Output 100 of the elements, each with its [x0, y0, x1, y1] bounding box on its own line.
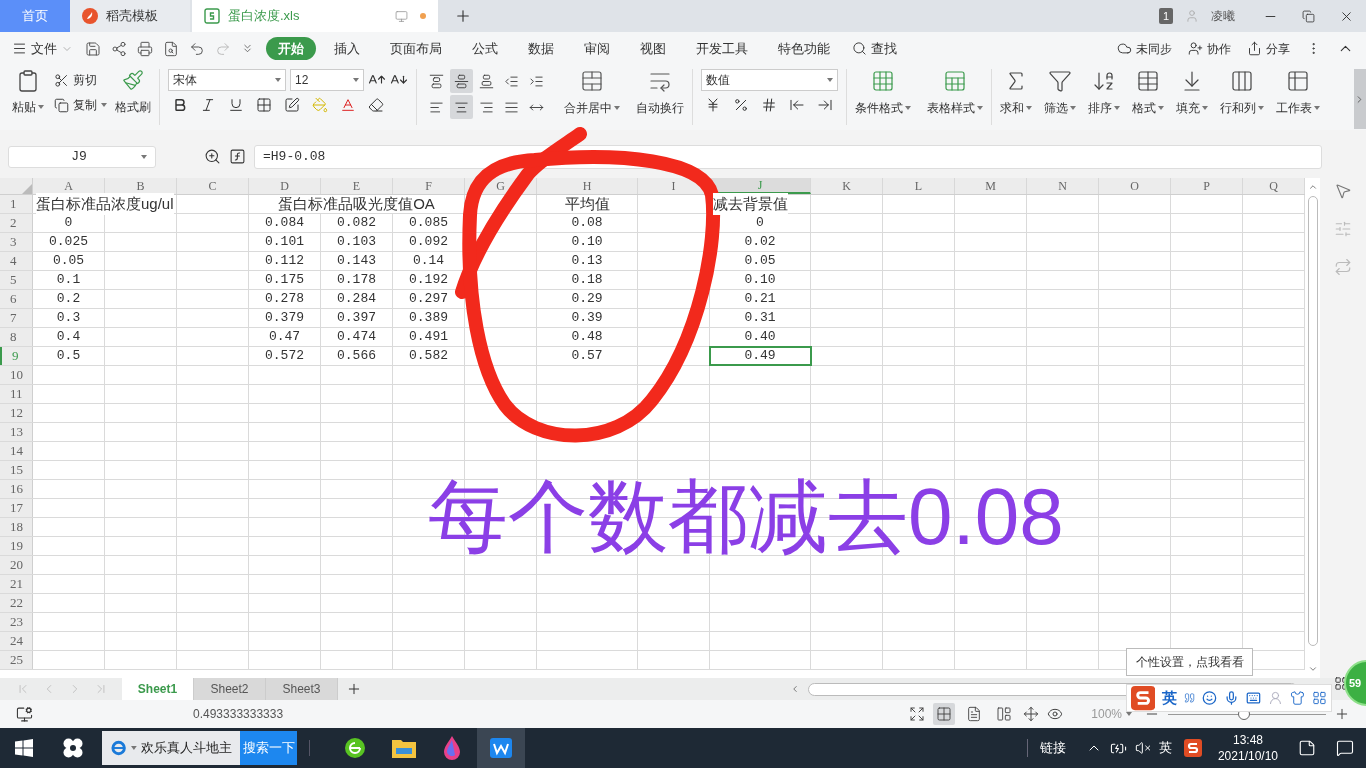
row-header[interactable]: 10	[0, 366, 33, 384]
clock-date[interactable]: 2021/10/10	[1217, 748, 1278, 764]
file-menu[interactable]: 文件	[12, 38, 73, 59]
print-preview-icon[interactable]	[163, 40, 179, 57]
column-header[interactable]: H	[537, 178, 638, 194]
macro-icon[interactable]	[16, 705, 33, 723]
row-header[interactable]: 12	[0, 404, 33, 422]
scroll-down-icon[interactable]	[1307, 664, 1318, 674]
bold-icon[interactable]	[172, 97, 188, 113]
ribbon-button[interactable]: 工作表	[1276, 69, 1320, 117]
ribbon-button[interactable]: 条件格式	[855, 69, 911, 117]
row-header[interactable]: 23	[0, 613, 33, 631]
font-size-field[interactable]: 12	[290, 69, 364, 91]
input-language[interactable]: 英	[1158, 738, 1172, 758]
ribbon-button[interactable]: 自动换行	[636, 69, 684, 117]
row-header[interactable]: 25	[0, 651, 33, 669]
column-header[interactable]: J	[710, 178, 811, 194]
windows-logo-icon[interactable]	[15, 739, 33, 757]
column-header[interactable]: I	[638, 178, 710, 194]
italic-icon[interactable]	[200, 97, 216, 113]
search-button[interactable]: 查找	[852, 38, 897, 59]
ribbon-button[interactable]: 求和	[1000, 69, 1032, 117]
fullscreen-icon[interactable]	[909, 706, 926, 722]
number-format-field[interactable]: 数值	[701, 69, 838, 91]
column-header[interactable]: F	[393, 178, 465, 194]
underline-icon[interactable]	[228, 97, 244, 113]
ribbon-button[interactable]: 排序	[1088, 69, 1120, 117]
row-header[interactable]: 11	[0, 385, 33, 403]
decrease-decimal-icon[interactable]	[817, 97, 833, 113]
scroll-up-icon[interactable]	[1307, 182, 1318, 192]
toolbar-action[interactable]: 未同步	[1117, 39, 1172, 58]
column-header[interactable]: G	[465, 178, 537, 194]
paste-button[interactable]: 粘贴	[10, 69, 46, 116]
cursor-icon[interactable]	[1334, 182, 1352, 200]
eye-icon[interactable]	[1047, 706, 1064, 722]
column-header[interactable]: C	[177, 178, 249, 194]
save-icon[interactable]	[85, 40, 101, 57]
font-name-field[interactable]: 宋体	[168, 69, 286, 91]
ribbon-button[interactable]: 表格样式	[927, 69, 983, 117]
name-box[interactable]: J9	[8, 145, 156, 168]
function-icon[interactable]	[229, 148, 246, 165]
keyboard-icon[interactable]	[1246, 690, 1262, 706]
row-header[interactable]: 2	[0, 214, 33, 232]
clock-time[interactable]: 13:48	[1232, 732, 1263, 748]
ribbon-button[interactable]: 格式	[1132, 69, 1164, 117]
undo-icon[interactable]	[189, 40, 205, 57]
browser-icon[interactable]	[344, 737, 366, 759]
column-header[interactable]: D	[249, 178, 321, 194]
document-tab[interactable]: 首页	[0, 0, 70, 32]
column-header[interactable]: M	[955, 178, 1027, 194]
clipboard-button[interactable]: 剪切	[54, 71, 107, 89]
eraser-icon[interactable]	[368, 97, 384, 113]
links-label[interactable]: 链接	[1039, 738, 1066, 758]
formula-field[interactable]: =H9-0.08	[254, 144, 1322, 169]
mute-icon[interactable]	[1134, 740, 1151, 756]
row-header[interactable]: 8	[0, 328, 33, 346]
more-icon[interactable]	[241, 42, 254, 55]
folder-icon[interactable]	[392, 738, 416, 758]
row-header[interactable]: 20	[0, 556, 33, 574]
toolbar-action[interactable]: 协作	[1188, 39, 1231, 58]
row-header[interactable]: 1	[0, 195, 33, 213]
column-header[interactable]: N	[1027, 178, 1099, 194]
fan-icon[interactable]	[62, 737, 84, 759]
row-header[interactable]: 15	[0, 461, 33, 479]
ribbon-tab[interactable]: 数据	[516, 36, 566, 61]
row-header[interactable]: 7	[0, 309, 33, 327]
print-icon[interactable]	[137, 40, 153, 57]
add-sheet-icon[interactable]	[346, 681, 362, 697]
format-painter-button[interactable]: 格式刷	[115, 69, 151, 116]
ribbon-tab[interactable]: 特色功能	[766, 36, 842, 61]
clipboard-button[interactable]: 复制	[54, 96, 107, 114]
borders-icon[interactable]	[256, 97, 272, 113]
fill-color-icon[interactable]	[312, 97, 328, 113]
ribbon-tab[interactable]: 公式	[460, 36, 510, 61]
document-tab[interactable]: 蛋白浓度.xls	[192, 0, 438, 32]
row-header[interactable]: 18	[0, 518, 33, 536]
view-mode-button[interactable]	[933, 703, 956, 725]
row-header[interactable]: 13	[0, 423, 33, 441]
cell-style-icon[interactable]	[284, 97, 300, 113]
export-icon[interactable]	[111, 40, 127, 57]
row-header[interactable]: 22	[0, 594, 33, 612]
notes-icon[interactable]	[1298, 739, 1316, 757]
column-header[interactable]: K	[811, 178, 883, 194]
row-header[interactable]: 24	[0, 632, 33, 650]
zoom-in-icon[interactable]	[1334, 706, 1350, 722]
sheet-tab[interactable]: Sheet2	[194, 678, 266, 700]
ribbon-button[interactable]: 筛选	[1044, 69, 1076, 117]
align-button[interactable]	[450, 69, 473, 93]
search-box[interactable]: 欢乐真人斗地主	[102, 731, 240, 765]
ribbon-button[interactable]: 行和列	[1220, 69, 1264, 117]
percent-icon[interactable]	[733, 97, 749, 113]
move-icon[interactable]	[1023, 706, 1040, 722]
search-button[interactable]: 搜索一下	[240, 731, 297, 765]
shirt-icon[interactable]	[1290, 690, 1306, 706]
ribbon-button[interactable]: 填充	[1176, 69, 1208, 117]
notification-icon[interactable]	[1336, 739, 1354, 757]
sliders-icon[interactable]	[1334, 220, 1352, 238]
sheet-tab[interactable]: Sheet3	[266, 678, 338, 700]
column-header[interactable]: E	[321, 178, 393, 194]
ribbon-tab[interactable]: 插入	[322, 36, 372, 61]
